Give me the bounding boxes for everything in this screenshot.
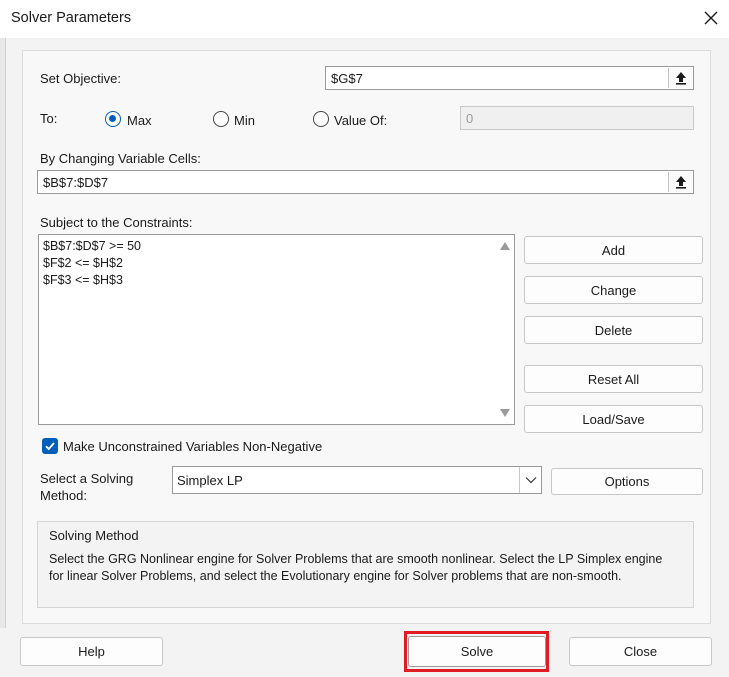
value-of-field[interactable]: 0 <box>460 106 694 130</box>
close-icon <box>704 11 718 25</box>
dropdown-button[interactable] <box>519 467 541 493</box>
objective-collapse-button[interactable] <box>668 68 692 88</box>
options-button[interactable]: Options <box>551 468 703 495</box>
window-title: Solver Parameters <box>11 10 132 26</box>
changing-cells-field[interactable]: $B$7:$D$7 <box>37 170 694 194</box>
range-select-icon <box>675 176 686 189</box>
title-bar: Solver Parameters <box>0 0 729 38</box>
change-button[interactable]: Change <box>524 276 703 304</box>
help-button-label: Help <box>78 644 105 659</box>
solving-method-description: Select the GRG Nonlinear engine for Solv… <box>49 552 663 583</box>
scroll-up-icon[interactable] <box>500 242 510 250</box>
close-window-button[interactable] <box>697 5 725 31</box>
constraints-list[interactable]: $B$7:$D$7 >= 50 $F$2 <= $H$2 $F$3 <= $H$… <box>38 234 515 425</box>
list-item[interactable]: $F$2 <= $H$2 <box>43 256 123 270</box>
to-label: To: <box>40 111 58 126</box>
scroll-down-icon[interactable] <box>500 409 510 417</box>
set-objective-label: Set Objective: <box>40 71 121 86</box>
chevron-down-icon <box>525 477 536 484</box>
set-objective-field[interactable]: $G$7 <box>325 66 694 90</box>
non-negative-label: Make Unconstrained Variables Non-Negativ… <box>63 439 323 454</box>
solve-highlight-box <box>404 631 549 672</box>
options-button-label: Options <box>604 474 650 489</box>
delete-button[interactable]: Delete <box>524 316 703 344</box>
load-save-button-label: Load/Save <box>582 411 645 427</box>
solving-method-group: Solving Method Select the GRG Nonlinear … <box>37 521 694 608</box>
reset-all-button[interactable]: Reset All <box>524 365 703 393</box>
solving-method-label-line1: Select a Solving <box>40 471 134 486</box>
list-item[interactable]: $F$3 <= $H$3 <box>43 273 123 287</box>
solving-method-value: Simplex LP <box>177 473 243 488</box>
solving-method-label-line2: Method: <box>40 488 87 503</box>
reset-all-button-label: Reset All <box>587 371 640 387</box>
solving-method-select[interactable]: Simplex LP <box>172 466 542 494</box>
help-button[interactable]: Help <box>20 637 163 666</box>
close-button[interactable]: Close <box>569 637 712 666</box>
value-of-radio[interactable] <box>313 111 329 127</box>
changing-cells-value: $B$7:$D$7 <box>43 175 109 190</box>
add-button[interactable]: Add <box>524 236 703 264</box>
load-save-button[interactable]: Load/Save <box>524 405 703 433</box>
range-select-icon <box>675 72 686 85</box>
constraints-scrollbar[interactable] <box>496 235 514 424</box>
value-of-label: Value Of: <box>334 113 388 128</box>
min-radio[interactable] <box>213 111 229 127</box>
close-button-label: Close <box>623 644 658 659</box>
changing-cells-label: By Changing Variable Cells: <box>40 151 201 166</box>
background-window-edge <box>0 38 6 628</box>
change-button-label: Change <box>590 282 637 298</box>
set-objective-value: $G$7 <box>331 71 363 86</box>
delete-button-label: Delete <box>594 322 633 338</box>
value-of-value: 0 <box>466 111 474 126</box>
min-label: Min <box>234 113 255 128</box>
changing-cells-collapse-button[interactable] <box>668 172 692 192</box>
solving-method-title: Solving Method <box>49 528 139 543</box>
list-item[interactable]: $B$7:$D$7 >= 50 <box>43 239 141 253</box>
add-button-label: Add <box>601 242 626 258</box>
non-negative-checkbox[interactable] <box>42 438 58 454</box>
constraints-label: Subject to the Constraints: <box>40 215 193 230</box>
max-radio[interactable] <box>105 111 121 127</box>
max-label: Max <box>127 113 152 128</box>
checkmark-icon <box>45 442 55 451</box>
